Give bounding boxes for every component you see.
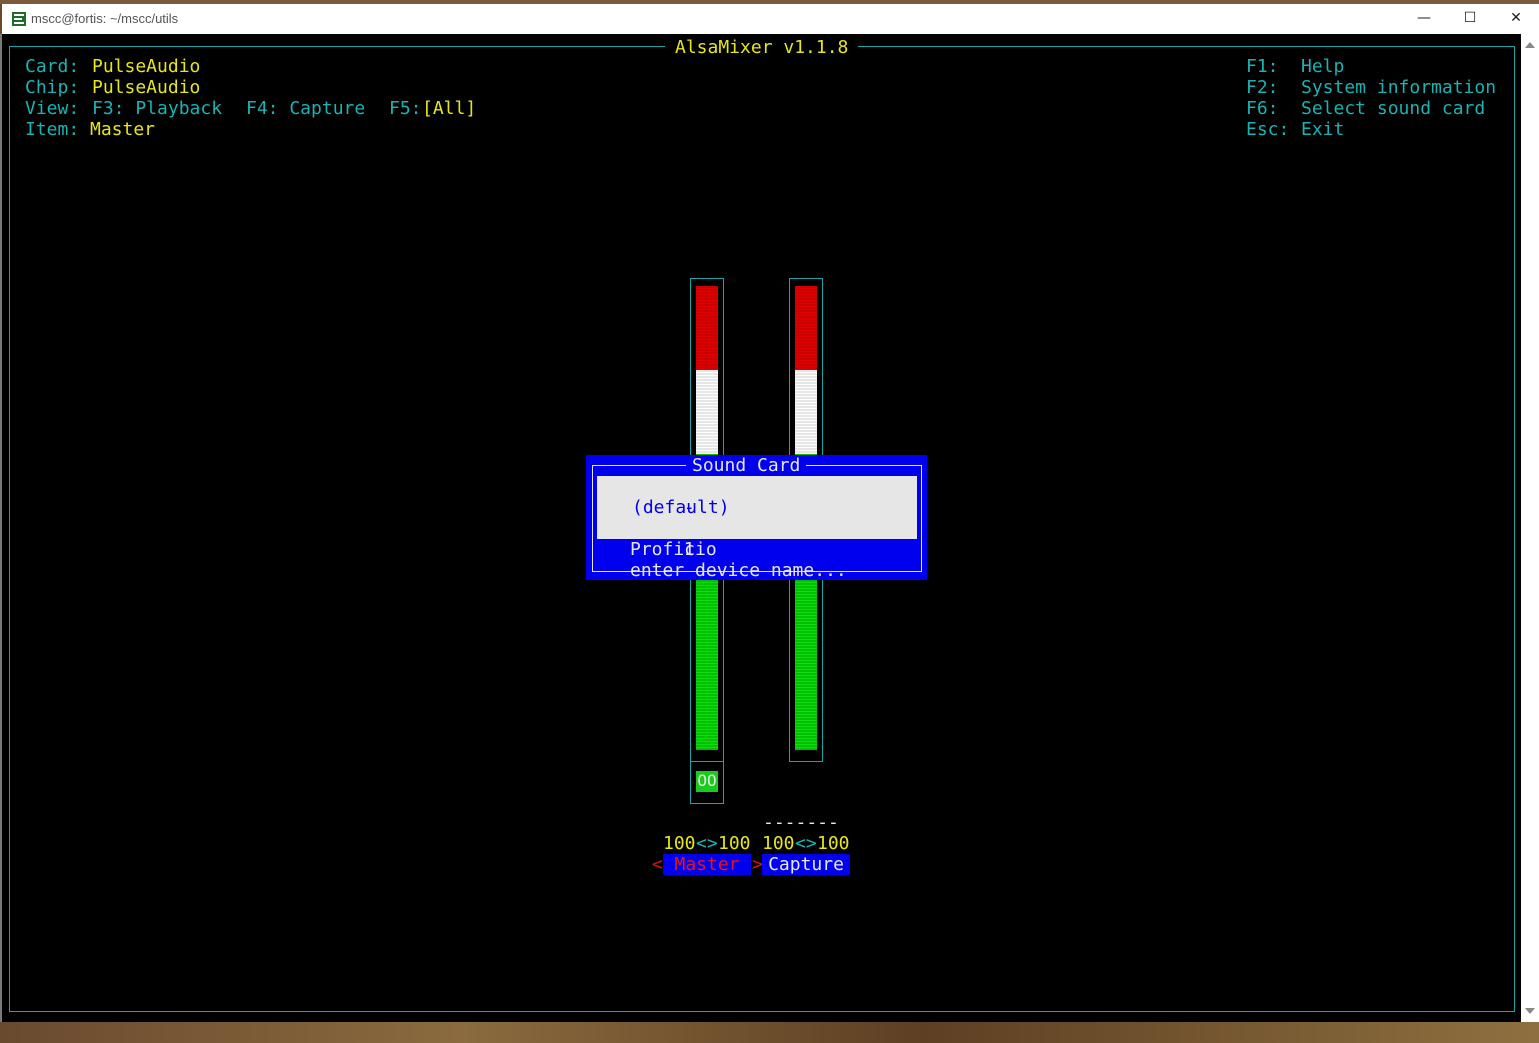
help-action-esc[interactable]: Exit <box>1301 119 1344 140</box>
sound-card-dialog: Sound Card - (default) 0 audioinjector-pi-… <box>586 455 927 581</box>
master-left-value: 100 <box>663 833 696 854</box>
maximize-button[interactable]: ☐ <box>1447 4 1493 34</box>
item-value: Master <box>90 119 156 140</box>
capture-channel-label[interactable]: Capture <box>762 854 850 875</box>
help-key-esc[interactable]: Esc: <box>1246 119 1289 140</box>
view-all-key[interactable]: F5: <box>389 98 422 119</box>
master-right-value: 100 <box>718 833 751 854</box>
terminal-app-icon <box>12 12 26 26</box>
selection-marker-left: < <box>652 854 663 875</box>
chip-label: Chip: <box>25 77 80 98</box>
chip-value: PulseAudio <box>92 77 201 98</box>
sound-card-option-enter-device[interactable]: enter device name... <box>597 539 917 602</box>
desktop-background <box>0 1022 1539 1043</box>
minimize-button[interactable]: — <box>1401 4 1447 34</box>
capture-left-value: 100 <box>762 833 795 854</box>
master-value-separator: <> <box>696 833 718 854</box>
help-key-f2[interactable]: F2: <box>1246 77 1279 98</box>
master-channel-label[interactable]: Master <box>663 854 751 875</box>
capture-value-separator: <> <box>795 833 817 854</box>
sound-card-dialog-title: Sound Card <box>686 455 807 476</box>
close-button[interactable]: ✕ <box>1493 4 1539 34</box>
option-label: enter device name... <box>630 560 847 581</box>
card-value: PulseAudio <box>92 56 201 77</box>
view-all-option[interactable]: [All] <box>422 98 476 119</box>
help-key-f6[interactable]: F6: <box>1246 98 1279 119</box>
view-playback-option[interactable]: F3: Playback <box>92 98 222 119</box>
window-titlebar[interactable]: mscc@fortis: ~/mscc/utils — ☐ ✕ <box>2 4 1539 34</box>
scroll-down-arrow-icon[interactable] <box>1525 1008 1535 1014</box>
help-action-f6[interactable]: Select sound card <box>1301 98 1485 119</box>
master-meter-red-segment <box>696 286 718 370</box>
terminal-window: mscc@fortis: ~/mscc/utils — ☐ ✕ AlsaMixe… <box>0 4 1539 1022</box>
master-meter-white-segment <box>696 370 718 454</box>
scroll-up-arrow-icon[interactable] <box>1525 42 1535 48</box>
window-title: mscc@fortis: ~/mscc/utils <box>31 11 179 26</box>
help-action-f2[interactable]: System information <box>1301 77 1496 98</box>
capture-switch-indicator[interactable]: ------- <box>763 812 839 833</box>
view-capture-option[interactable]: F4: Capture <box>246 98 365 119</box>
item-label: Item: <box>25 119 80 140</box>
help-key-f1[interactable]: F1: <box>1246 56 1279 77</box>
terminal-scrollbar[interactable] <box>1521 34 1539 1022</box>
master-mute-toggle[interactable]: OO <box>696 771 718 792</box>
card-label: Card: <box>25 56 80 77</box>
capture-meter-red-segment <box>795 286 817 370</box>
terminal-area[interactable]: AlsaMixer v1.1.8 Card: PulseAudio Chip: … <box>2 34 1521 1022</box>
help-action-f1[interactable]: Help <box>1301 56 1344 77</box>
view-label: View: <box>25 98 80 119</box>
capture-right-value: 100 <box>817 833 850 854</box>
app-title: AlsaMixer v1.1.8 <box>665 37 859 58</box>
capture-meter-white-segment <box>795 370 817 454</box>
